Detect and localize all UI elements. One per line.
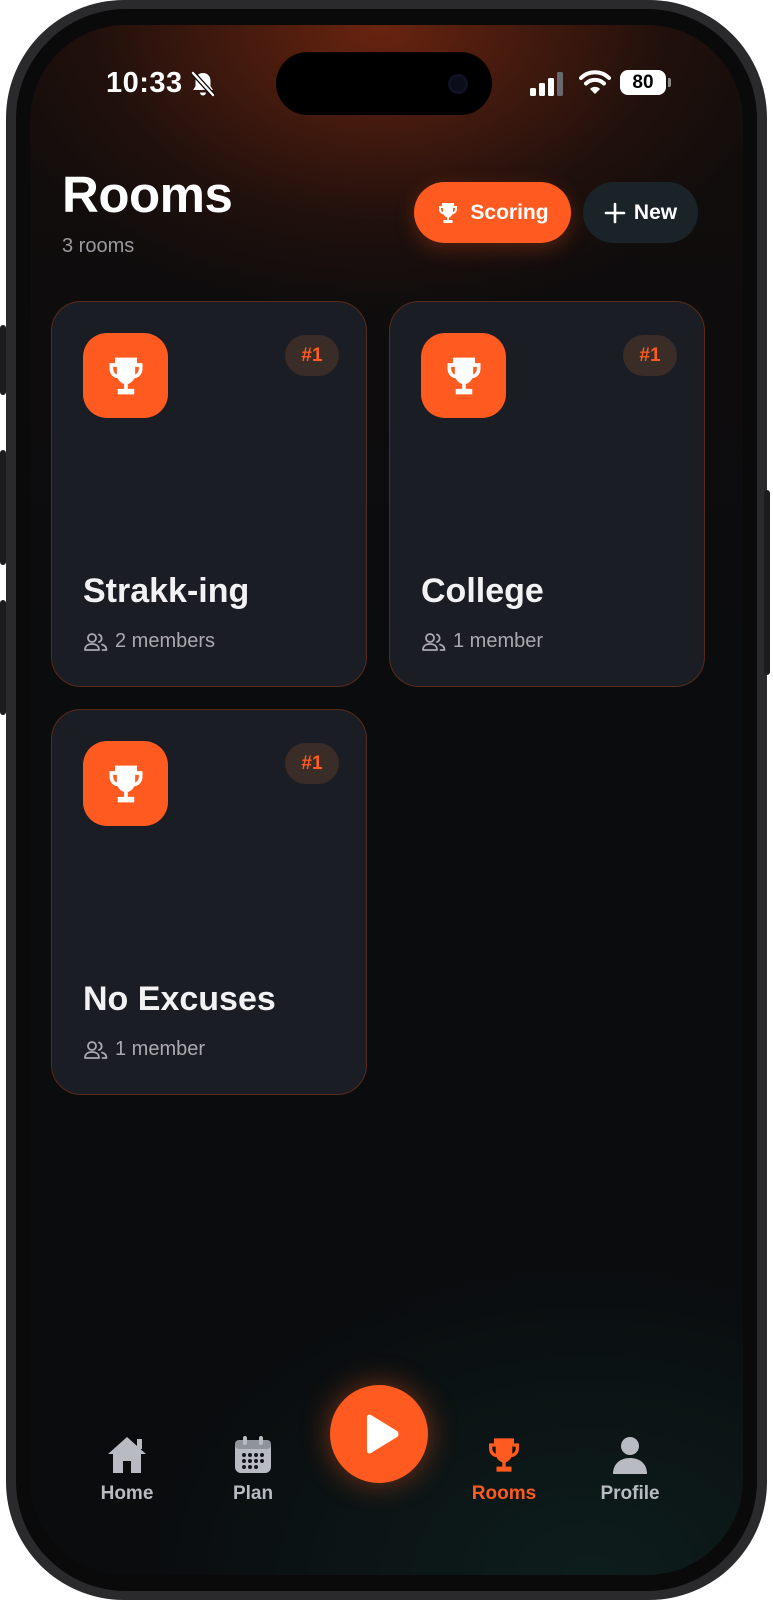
room-trophy-tile bbox=[421, 333, 506, 418]
tab-plan-label: Plan bbox=[232, 1483, 274, 1504]
person-icon bbox=[613, 1437, 647, 1474]
tab-profile[interactable]: Profile bbox=[575, 1435, 685, 1505]
scoring-label: Scoring bbox=[470, 200, 549, 224]
trophy-icon bbox=[489, 1438, 519, 1472]
people-icon bbox=[422, 632, 446, 651]
room-card[interactable]: #1 Strakk-ing 2 members bbox=[51, 301, 367, 687]
member-count: 1 member bbox=[421, 630, 543, 653]
tab-rooms[interactable]: Rooms bbox=[449, 1435, 559, 1505]
tab-home[interactable]: Home bbox=[72, 1435, 182, 1505]
volume-up-button bbox=[0, 450, 6, 565]
battery-nub bbox=[668, 78, 671, 87]
room-name: College bbox=[421, 572, 544, 610]
page-title: Rooms bbox=[62, 166, 233, 223]
new-label: New bbox=[633, 200, 678, 224]
member-count: 2 members bbox=[83, 630, 215, 653]
room-trophy-tile bbox=[83, 741, 168, 826]
tab-plan[interactable]: Plan bbox=[198, 1435, 308, 1505]
play-icon bbox=[367, 1414, 399, 1454]
calendar-icon bbox=[235, 1436, 271, 1473]
battery-indicator: 80 bbox=[620, 70, 666, 95]
power-button bbox=[764, 490, 770, 675]
room-card[interactable]: #1 College 1 member bbox=[389, 301, 705, 687]
front-camera bbox=[448, 74, 468, 94]
trophy-icon bbox=[109, 357, 142, 394]
action-button bbox=[0, 325, 6, 395]
tab-home-label: Home bbox=[100, 1483, 154, 1504]
room-count: 3 rooms bbox=[62, 235, 135, 257]
room-card[interactable]: #1 No Excuses 1 member bbox=[51, 709, 367, 1095]
people-icon bbox=[84, 1040, 108, 1059]
tab-profile-label: Profile bbox=[600, 1483, 660, 1504]
room-name: No Excuses bbox=[83, 980, 276, 1018]
scoring-button[interactable]: Scoring bbox=[414, 182, 571, 243]
member-count-label: 1 member bbox=[453, 630, 544, 652]
volume-down-button bbox=[0, 600, 6, 715]
member-count: 1 member bbox=[83, 1038, 205, 1061]
people-icon bbox=[84, 632, 108, 651]
wifi-icon bbox=[579, 70, 611, 94]
room-name: Strakk-ing bbox=[83, 572, 250, 610]
screen: 10:33 80 Rooms 3 rooms Scoring New #1 St… bbox=[30, 25, 743, 1575]
plus-icon bbox=[604, 202, 626, 223]
rank-badge: #1 bbox=[623, 335, 677, 376]
bell-slash-icon bbox=[191, 71, 215, 97]
new-room-button[interactable]: New bbox=[583, 182, 698, 243]
room-trophy-tile bbox=[83, 333, 168, 418]
trophy-icon bbox=[439, 202, 458, 223]
member-count-label: 1 member bbox=[115, 1038, 206, 1060]
trophy-icon bbox=[109, 765, 142, 802]
trophy-icon bbox=[447, 357, 480, 394]
status-time: 10:33 bbox=[106, 67, 183, 99]
rank-badge: #1 bbox=[285, 743, 339, 784]
rank-badge: #1 bbox=[285, 335, 339, 376]
home-icon bbox=[108, 1437, 146, 1473]
play-button[interactable] bbox=[330, 1385, 428, 1483]
dynamic-island bbox=[276, 52, 492, 115]
tab-rooms-label: Rooms bbox=[471, 1483, 537, 1504]
member-count-label: 2 members bbox=[115, 630, 216, 652]
cellular-signal-icon bbox=[530, 72, 563, 96]
